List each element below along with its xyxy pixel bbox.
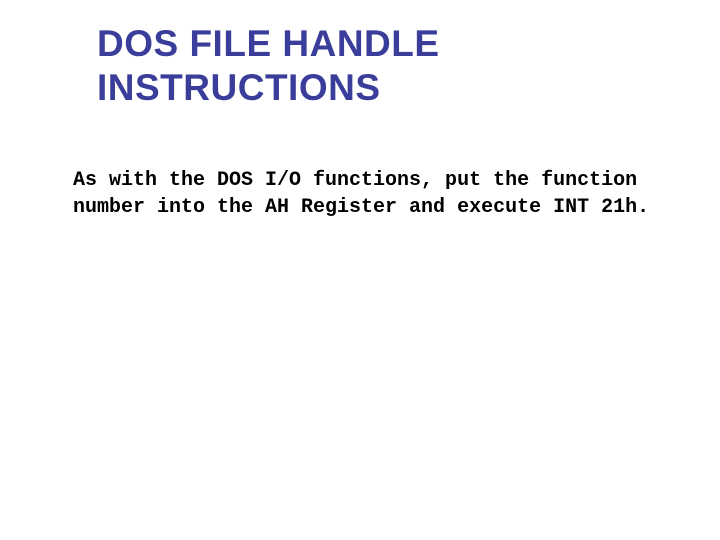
slide-body-text: As with the DOS I/O functions, put the f…	[73, 167, 663, 221]
slide: DOS FILE HANDLE INSTRUCTIONS As with the…	[0, 0, 720, 540]
slide-title: DOS FILE HANDLE INSTRUCTIONS	[97, 22, 657, 111]
